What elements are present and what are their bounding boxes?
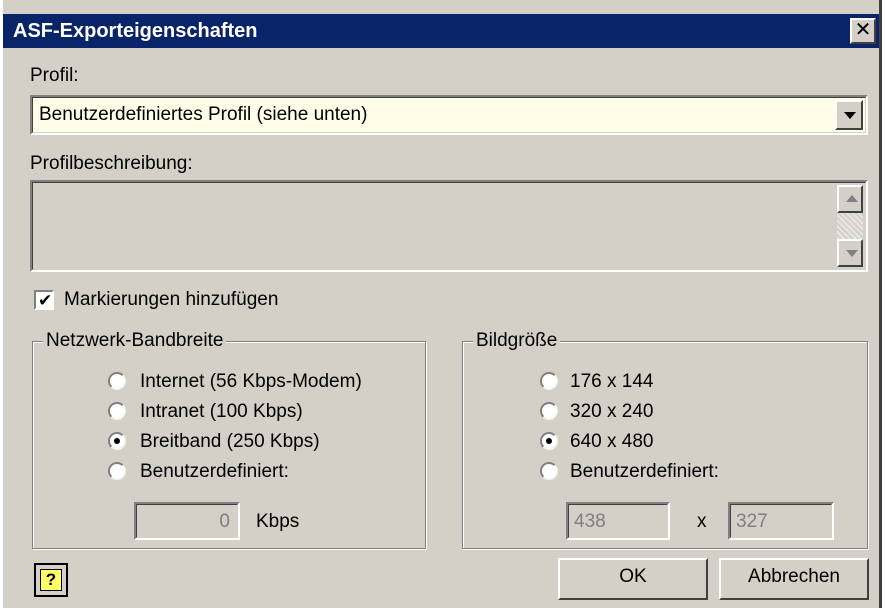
chevron-down-icon: [846, 250, 858, 257]
image-width-value: 438: [574, 511, 606, 532]
scroll-up-button[interactable]: [837, 185, 863, 213]
radio-size-640[interactable]: [540, 432, 558, 450]
radio-bandwidth-broadband-label[interactable]: Breitband (250 Kbps): [140, 430, 320, 454]
radio-bandwidth-custom-label[interactable]: Benutzerdefiniert:: [140, 460, 289, 484]
image-height-input[interactable]: 327: [728, 502, 834, 540]
radio-bandwidth-intranet[interactable]: [108, 402, 126, 420]
bandwidth-group-title: Netzwerk-Bandbreite: [43, 329, 227, 353]
radio-size-320[interactable]: [540, 402, 558, 420]
radio-size-640-label[interactable]: 640 x 480: [570, 430, 653, 454]
chevron-up-icon: [846, 195, 858, 202]
image-width-input[interactable]: 438: [566, 502, 670, 540]
cancel-button[interactable]: Abbrechen: [719, 558, 869, 600]
scroll-down-button[interactable]: [837, 239, 863, 267]
markers-label[interactable]: Markierungen hinzufügen: [64, 288, 278, 312]
profile-description-label: Profilbeschreibung:: [30, 153, 193, 174]
radio-bandwidth-intranet-label[interactable]: Intranet (100 Kbps): [140, 400, 303, 424]
title-bar[interactable]: ASF-Exporteigenschaften ✕: [3, 14, 879, 48]
radio-bandwidth-internet-label[interactable]: Internet (56 Kbps-Modem): [140, 370, 362, 394]
radio-bandwidth-internet[interactable]: [108, 372, 126, 390]
bandwidth-unit-label: Kbps: [256, 511, 300, 532]
profile-description-field[interactable]: [30, 180, 868, 272]
profile-description-scrollbar[interactable]: [837, 185, 863, 267]
ok-button[interactable]: OK: [558, 558, 708, 600]
dialog-title: ASF-Exporteigenschaften: [13, 20, 258, 42]
radio-bandwidth-custom[interactable]: [108, 462, 126, 480]
markers-checkbox[interactable]: ✔: [34, 290, 54, 310]
profile-dropdown-button[interactable]: [835, 100, 863, 130]
image-size-separator: x: [697, 511, 707, 532]
dialog-window: ASF-Exporteigenschaften ✕ Profil: Benutz…: [0, 0, 882, 608]
profile-dropdown[interactable]: Benutzerdefiniertes Profil (siehe unten): [30, 95, 868, 135]
help-button[interactable]: ?: [34, 563, 68, 597]
help-icon: ?: [40, 569, 62, 591]
radio-size-176-label[interactable]: 176 x 144: [570, 370, 653, 394]
radio-size-custom[interactable]: [540, 462, 558, 480]
page: ASF-Exporteigenschaften ✕ Profil: Benutz…: [0, 0, 885, 608]
image-size-group-title: Bildgröße: [473, 329, 561, 353]
chevron-down-icon: [844, 112, 856, 119]
bandwidth-custom-input[interactable]: 0: [134, 502, 240, 540]
radio-size-320-label[interactable]: 320 x 240: [570, 400, 653, 424]
profile-dropdown-value: Benutzerdefiniertes Profil (siehe unten): [39, 104, 368, 125]
radio-bandwidth-broadband[interactable]: [108, 432, 126, 450]
profile-description-frame: [32, 182, 866, 270]
close-icon[interactable]: ✕: [850, 18, 876, 44]
check-icon: ✔: [38, 291, 53, 310]
bandwidth-custom-value: 0: [219, 511, 230, 532]
radio-size-custom-label[interactable]: Benutzerdefiniert:: [570, 460, 719, 484]
profile-label: Profil:: [30, 65, 79, 86]
image-height-value: 327: [736, 511, 768, 532]
radio-size-176[interactable]: [540, 372, 558, 390]
